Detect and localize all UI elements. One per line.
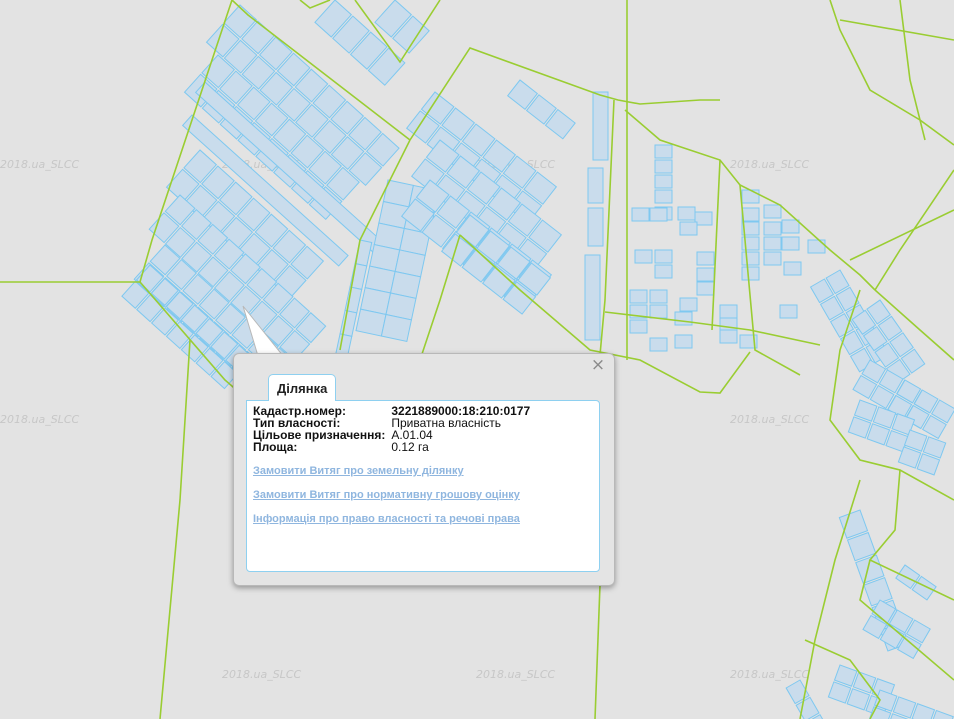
- close-icon[interactable]: ×: [590, 357, 606, 374]
- parcel[interactable]: [763, 204, 782, 219]
- parcel[interactable]: [649, 304, 668, 319]
- parcel[interactable]: [584, 254, 601, 341]
- parcel[interactable]: [719, 304, 738, 319]
- parcel[interactable]: [696, 251, 715, 266]
- parcel[interactable]: [679, 221, 698, 236]
- parcel[interactable]: [629, 289, 648, 304]
- parcel[interactable]: [763, 251, 782, 266]
- parcel[interactable]: [649, 289, 668, 304]
- popup-body: Кадастр.номер: 3221889000:18:210:0177 Ти…: [246, 400, 600, 572]
- parcel-attributes-table: Кадастр.номер: 3221889000:18:210:0177 Ти…: [253, 405, 530, 453]
- parcel[interactable]: [696, 281, 715, 296]
- parcel[interactable]: [654, 264, 673, 279]
- parcel[interactable]: [763, 221, 782, 236]
- parcel[interactable]: [634, 249, 653, 264]
- parcel[interactable]: [719, 329, 738, 344]
- parcel[interactable]: [654, 189, 673, 204]
- parcel[interactable]: [783, 261, 802, 276]
- popup-links: Замовити Витяг про земельну ділянку Замо…: [253, 465, 520, 537]
- parcel[interactable]: [654, 249, 673, 264]
- parcel[interactable]: [674, 334, 693, 349]
- parcel[interactable]: [587, 207, 604, 247]
- attr-key: Площа:: [253, 440, 298, 454]
- parcel[interactable]: [631, 207, 650, 222]
- parcel[interactable]: [696, 267, 715, 282]
- parcel[interactable]: [694, 211, 713, 226]
- parcel[interactable]: [674, 311, 693, 326]
- parcel[interactable]: [719, 317, 738, 332]
- ownership-info-link[interactable]: Інформація про право власності та речові…: [253, 513, 520, 525]
- parcel[interactable]: [679, 297, 698, 312]
- watermark-text: 2018.ua_SLCC: [730, 413, 809, 426]
- parcel[interactable]: [654, 174, 673, 189]
- parcel[interactable]: [741, 251, 760, 266]
- parcel[interactable]: [587, 167, 604, 204]
- attr-row-area: Площа: 0.12 га: [253, 441, 530, 453]
- order-parcel-extract-link[interactable]: Замовити Витяг про земельну ділянку: [253, 465, 520, 477]
- parcel[interactable]: [654, 144, 673, 159]
- watermark-text: 2018.ua_SLCC: [0, 158, 79, 171]
- parcel[interactable]: [355, 308, 387, 337]
- watermark-text: 2018.ua_SLCC: [0, 413, 79, 426]
- watermark-text: 2018.ua_SLCC: [730, 668, 809, 681]
- parcel[interactable]: [592, 91, 609, 161]
- parcel[interactable]: [807, 239, 826, 254]
- parcel[interactable]: [781, 219, 800, 234]
- tab-parcel[interactable]: Ділянка: [268, 374, 337, 401]
- parcel[interactable]: [649, 337, 668, 352]
- parcel[interactable]: [380, 313, 413, 343]
- parcel[interactable]: [741, 189, 760, 204]
- parcel[interactable]: [741, 207, 760, 222]
- watermark-text: 2018.ua_SLCC: [476, 668, 555, 681]
- parcel[interactable]: [677, 206, 696, 221]
- watermark-text: 2018.ua_SLCC: [730, 158, 809, 171]
- parcel[interactable]: [629, 319, 648, 334]
- parcel-info-popup: × Ділянка Кадастр.номер: 3221889000:18:2…: [233, 353, 615, 586]
- parcel[interactable]: [763, 236, 782, 251]
- parcel[interactable]: [781, 236, 800, 251]
- watermark-text: 2018.ua_SLCC: [222, 668, 301, 681]
- parcel[interactable]: [741, 266, 760, 281]
- area-value: 0.12 га: [391, 440, 429, 454]
- order-valuation-extract-link[interactable]: Замовити Витяг про нормативну грошову оц…: [253, 489, 520, 501]
- parcel[interactable]: [654, 159, 673, 174]
- parcel[interactable]: [649, 207, 668, 222]
- parcel[interactable]: [779, 304, 798, 319]
